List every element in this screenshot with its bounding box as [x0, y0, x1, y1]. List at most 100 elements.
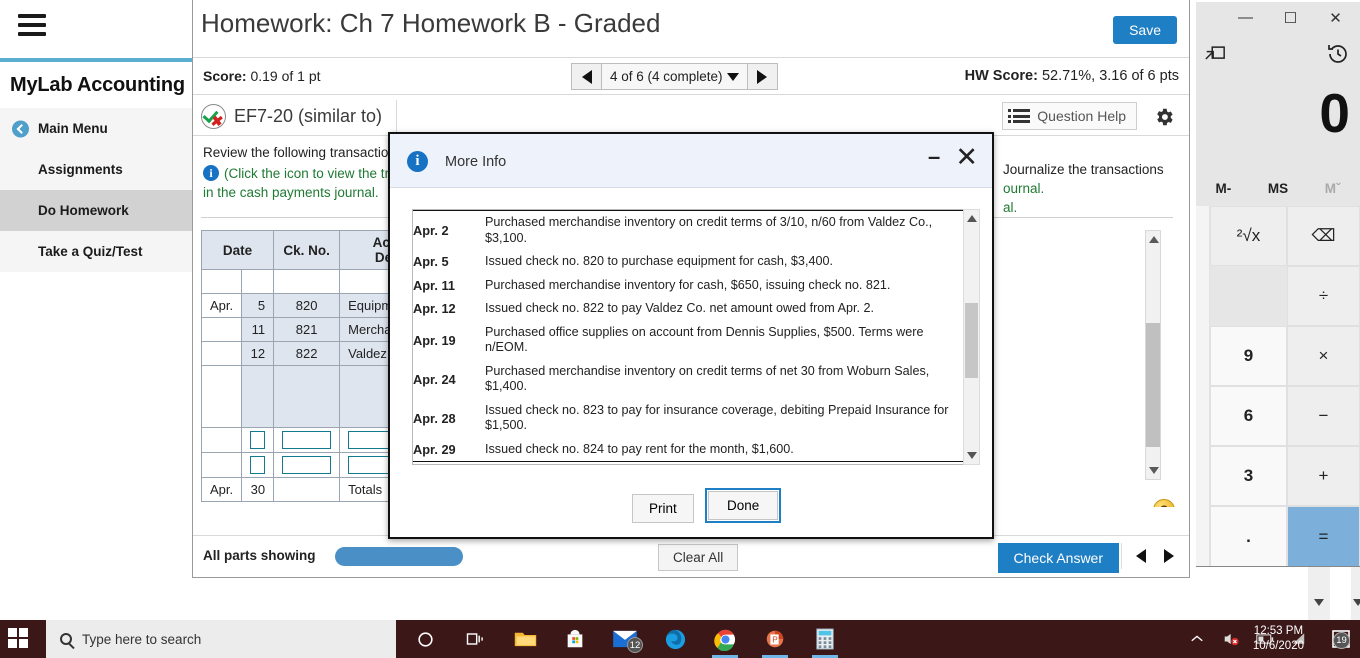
- sidebar-item-label: Assignments: [38, 162, 123, 177]
- transactions-table: Apr. 2 Purchased merchandise inventory o…: [413, 210, 969, 462]
- key-6[interactable]: 6: [1210, 386, 1287, 446]
- start-button-icon[interactable]: [8, 628, 30, 650]
- notification-center-icon[interactable]: 19: [1330, 628, 1352, 650]
- cell-ck-input[interactable]: [273, 427, 341, 453]
- memory-store-button[interactable]: MS: [1251, 174, 1306, 202]
- windows-taskbar: Type here to search 12 P 12:53 PM 10/6/2…: [0, 620, 1360, 658]
- memory-subtract-button[interactable]: M-: [1196, 174, 1251, 202]
- print-button[interactable]: Print: [632, 494, 694, 523]
- maximize-icon[interactable]: ☐: [1268, 2, 1313, 33]
- clear-all-button[interactable]: Clear All: [658, 544, 739, 571]
- cell-month: Apr.: [200, 477, 243, 502]
- dialog-scrollbar[interactable]: [963, 209, 980, 465]
- scrollbar-thumb[interactable]: [1146, 323, 1160, 447]
- cell-ck: [273, 477, 341, 502]
- worksheet-scrollbar[interactable]: [1145, 230, 1161, 480]
- table-row: Apr. 5 Issued check no. 820 to purchase …: [413, 250, 969, 274]
- sidebar-nav: Main Menu Assignments Do Homework Take a…: [0, 108, 192, 272]
- key-backspace[interactable]: ⌫: [1287, 206, 1360, 266]
- key-divide[interactable]: ÷: [1287, 266, 1360, 326]
- volume-muted-icon[interactable]: [1222, 630, 1240, 648]
- memory-dropdown-button[interactable]: Mˇ: [1305, 174, 1360, 202]
- sidebar-item-main-menu[interactable]: Main Menu: [0, 108, 192, 149]
- question-help-button[interactable]: Question Help: [1002, 102, 1137, 130]
- task-view-icon[interactable]: [450, 620, 500, 658]
- dialog-title: More Info: [445, 154, 507, 170]
- sidebar-item-take-a-quiz-test[interactable]: Take a Quiz/Test: [0, 231, 192, 272]
- hw-score-text: HW Score: 52.71%, 3.16 of 6 pts: [965, 68, 1179, 84]
- cell-day-input[interactable]: [241, 427, 275, 453]
- next-question-button[interactable]: [746, 63, 778, 90]
- transaction-date: Apr. 24: [413, 371, 456, 387]
- cell-day: 12: [241, 341, 275, 366]
- microsoft-store-icon[interactable]: [550, 620, 600, 658]
- brand-title: MyLab Accounting: [10, 74, 185, 96]
- sidebar-item-label: Do Homework: [38, 203, 129, 218]
- back-arrow-icon: [12, 120, 29, 137]
- scroll-down-icon[interactable]: [1149, 467, 1159, 474]
- scrollbar-thumb[interactable]: [965, 303, 978, 378]
- table-row: Apr. 2 Purchased merchandise inventory o…: [413, 210, 969, 250]
- footer-next-button[interactable]: [1156, 543, 1182, 569]
- scroll-down-icon[interactable]: [967, 452, 977, 459]
- calculator-taskbar-icon[interactable]: [800, 620, 850, 658]
- chrome-icon[interactable]: [700, 620, 750, 658]
- done-button[interactable]: Done: [704, 488, 782, 523]
- cell-ck: [273, 269, 341, 294]
- cell-ck: 822: [273, 341, 341, 366]
- cell-day: [241, 269, 275, 294]
- close-icon[interactable]: ✕: [955, 142, 978, 172]
- day-input[interactable]: [250, 456, 266, 474]
- cell-ck: 820: [273, 293, 341, 318]
- prev-question-button[interactable]: [571, 63, 602, 90]
- key-subtract[interactable]: −: [1287, 386, 1360, 446]
- key-9[interactable]: 9: [1210, 326, 1287, 386]
- mail-badge: 12: [627, 637, 643, 653]
- save-button[interactable]: Save: [1113, 16, 1177, 44]
- question-selector[interactable]: 4 of 6 (4 complete): [602, 63, 747, 90]
- cell-ck-input[interactable]: [273, 452, 341, 478]
- ck-no-input[interactable]: [282, 456, 332, 474]
- search-input[interactable]: Type here to search: [46, 620, 396, 658]
- mylab-sidebar: MyLab Accounting Main Menu Assignments D…: [0, 0, 192, 620]
- file-explorer-icon[interactable]: [500, 620, 550, 658]
- edge-icon[interactable]: [650, 620, 700, 658]
- close-icon[interactable]: ✕: [1313, 2, 1358, 33]
- mail-icon[interactable]: 12: [600, 620, 650, 658]
- key-add[interactable]: +: [1287, 446, 1360, 506]
- check-answer-button[interactable]: Check Answer: [997, 543, 1119, 573]
- day-input[interactable]: [250, 431, 266, 449]
- sidebar-item-assignments[interactable]: Assignments: [0, 149, 192, 190]
- show-hidden-icons-icon[interactable]: [1188, 630, 1206, 648]
- scroll-up-icon[interactable]: [1149, 236, 1159, 243]
- search-icon: [60, 633, 72, 645]
- cell-day-input[interactable]: [241, 452, 275, 478]
- history-icon[interactable]: [1326, 42, 1350, 66]
- cell-day: [241, 365, 275, 428]
- key-3[interactable]: 3: [1210, 446, 1287, 506]
- key-square-root[interactable]: ²√x: [1210, 206, 1287, 266]
- minimize-icon[interactable]: —: [1223, 2, 1268, 33]
- ck-no-input[interactable]: [282, 431, 332, 449]
- footer-prev-button[interactable]: [1128, 543, 1154, 569]
- key-decimal[interactable]: .: [1210, 506, 1287, 568]
- exercise-title-group: ✖ EF7-20 (similar to): [201, 100, 398, 132]
- key-equals[interactable]: =: [1287, 506, 1360, 568]
- key-multiply[interactable]: ×: [1287, 326, 1360, 386]
- transaction-description: Issued check no. 820 to purchase equipme…: [485, 254, 833, 268]
- keep-on-top-icon[interactable]: [1204, 44, 1226, 63]
- powerpoint-icon[interactable]: P: [750, 620, 800, 658]
- settings-gear-icon[interactable]: [1153, 106, 1175, 128]
- transaction-date: Apr. 2: [413, 210, 485, 250]
- partially-correct-icon: ✖: [201, 103, 226, 129]
- scroll-up-icon[interactable]: [967, 215, 977, 222]
- cortana-icon[interactable]: [400, 620, 450, 658]
- cell-ck: 821: [273, 317, 341, 342]
- minimize-icon[interactable]: –: [928, 146, 944, 169]
- hamburger-menu-icon[interactable]: [18, 14, 46, 46]
- sidebar-item-do-homework[interactable]: Do Homework: [0, 190, 192, 231]
- info-icon[interactable]: i: [203, 165, 219, 181]
- taskbar-clock[interactable]: 12:53 PM 10/6/2020: [1253, 624, 1304, 654]
- help-icon[interactable]: ?: [1153, 499, 1175, 507]
- dialog-body: Apr. 2 Purchased merchandise inventory o…: [390, 189, 992, 485]
